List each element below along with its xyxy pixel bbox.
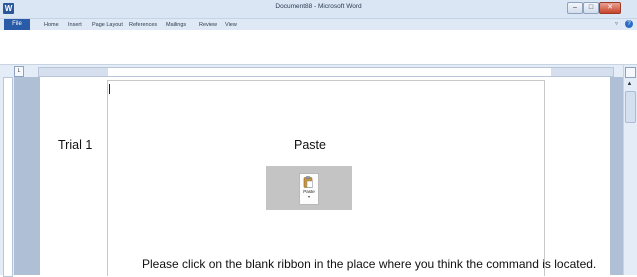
tab-home[interactable]: Home (44, 20, 59, 30)
tab-references[interactable]: References (129, 20, 157, 30)
instruction-text: Please click on the blank ribbon in the … (142, 257, 597, 271)
tab-view[interactable]: View (225, 20, 237, 30)
tab-file[interactable]: File (4, 19, 30, 30)
close-button[interactable]: ✕ (599, 2, 621, 14)
minimize-ribbon-icon[interactable]: ▿ (615, 20, 618, 27)
text-cursor (109, 84, 110, 94)
help-icon[interactable]: ? (625, 20, 633, 28)
scroll-thumb[interactable] (625, 91, 636, 123)
tab-mailings[interactable]: Mailings (166, 20, 186, 30)
tab-selector-button[interactable]: L (14, 66, 24, 77)
vertical-ruler[interactable] (3, 77, 13, 277)
window-title: Document88 - Microsoft Word (275, 3, 362, 10)
paste-title: Paste (294, 138, 326, 152)
trial-label: Trial 1 (58, 138, 93, 152)
chevron-down-icon: ▾ (307, 194, 310, 199)
ribbon-blank[interactable] (0, 30, 637, 65)
tab-review[interactable]: Review (199, 20, 217, 30)
maximize-button[interactable]: □ (583, 2, 599, 14)
minimize-button[interactable]: – (567, 2, 583, 14)
scroll-up-arrow-icon[interactable]: ▲ (625, 80, 634, 89)
tab-insert[interactable]: Insert (68, 20, 82, 30)
clipboard-paste-icon (303, 176, 313, 188)
horizontal-ruler-text-area[interactable] (108, 67, 551, 77)
view-ruler-button[interactable] (625, 67, 636, 78)
tab-page-layout[interactable]: Page Layout (92, 20, 123, 30)
